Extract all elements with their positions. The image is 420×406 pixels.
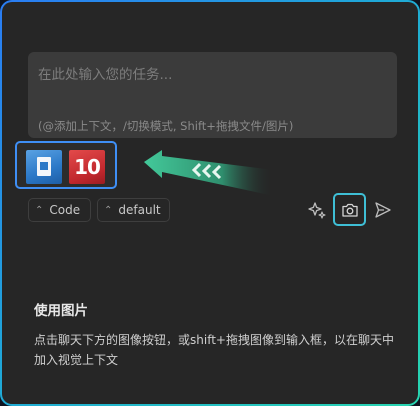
attachment-thumbnail[interactable] xyxy=(26,150,62,184)
task-input-placeholder: 在此处输入您的任务... xyxy=(38,67,173,83)
attachment-thumbnail-text: 10 xyxy=(74,155,101,179)
task-input-hint: (@添加上下文，/切换模式, Shift+拖拽文件/图片) xyxy=(38,119,294,133)
tip-description: 点击聊天下方的图像按钮，或shift+拖拽图像到输入框，以在聊天中加入视觉上下文 xyxy=(34,333,394,367)
model-selector-label: default xyxy=(118,203,161,217)
chevron-up-icon: ⌃ xyxy=(35,205,44,216)
model-selector[interactable]: ⌃ default xyxy=(97,198,170,222)
add-image-button[interactable] xyxy=(333,193,366,226)
tip-title: 使用图片 xyxy=(34,303,88,319)
send-button[interactable] xyxy=(368,196,398,224)
image-attachments[interactable]: 10 xyxy=(15,141,117,189)
attachment-thumbnail[interactable]: 10 xyxy=(69,150,105,184)
chat-panel: 在此处输入您的任务... (@添加上下文，/切换模式, Shift+拖拽文件/图… xyxy=(2,2,418,404)
camera-icon xyxy=(341,203,358,217)
chevron-up-icon: ⌃ xyxy=(104,205,113,216)
mode-selector-label: Code xyxy=(49,203,81,217)
document-image-icon xyxy=(37,157,51,176)
mode-selector[interactable]: ⌃ Code xyxy=(28,198,91,222)
task-input[interactable]: 在此处输入您的任务... (@添加上下文，/切换模式, Shift+拖拽文件/图… xyxy=(28,52,397,138)
guide-arrow-icon xyxy=(144,150,274,196)
enhance-prompt-button[interactable] xyxy=(302,196,332,224)
window-frame: 在此处输入您的任务... (@添加上下文，/切换模式, Shift+拖拽文件/图… xyxy=(0,0,420,406)
send-icon xyxy=(375,202,391,218)
sparkle-icon xyxy=(308,202,326,219)
